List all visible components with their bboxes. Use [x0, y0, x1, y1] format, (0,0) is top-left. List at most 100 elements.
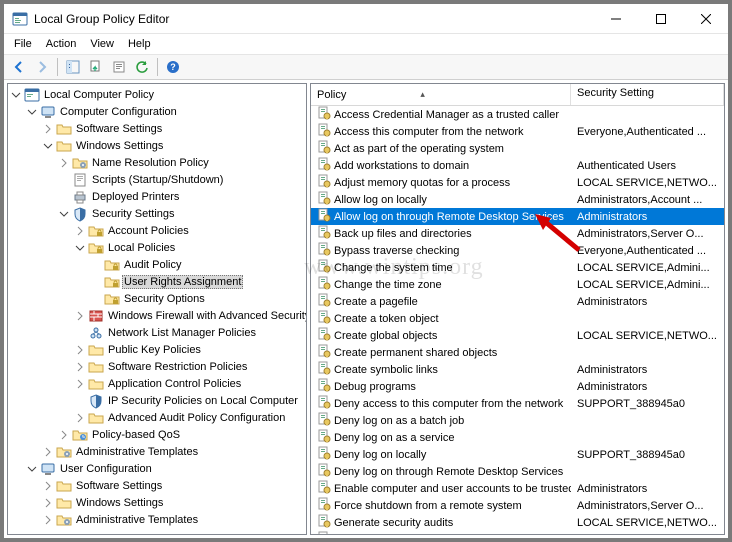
policy-row[interactable]: Impersonate a client after authenticatio… — [311, 531, 724, 534]
properties-button[interactable] — [108, 56, 130, 78]
tree-toggle[interactable] — [42, 140, 54, 152]
close-button[interactable] — [683, 4, 728, 34]
tree-scripts[interactable]: Scripts (Startup/Shutdown) — [58, 171, 306, 188]
policy-row[interactable]: Debug programsAdministrators — [311, 378, 724, 395]
policy-row[interactable]: Add workstations to domainAuthenticated … — [311, 157, 724, 174]
policy-row[interactable]: Create symbolic linksAdministrators — [311, 361, 724, 378]
policy-row[interactable]: Act as part of the operating system — [311, 140, 724, 157]
policy-name: Enable computer and user accounts to be … — [334, 483, 571, 495]
tree-uc-admin-templates[interactable]: Administrative Templates — [42, 511, 306, 528]
policy-row[interactable]: Create permanent shared objects — [311, 344, 724, 361]
list-body[interactable]: Access Credential Manager as a trusted c… — [311, 106, 724, 534]
tree-cc-software-settings[interactable]: Software Settings — [42, 120, 306, 137]
policy-row[interactable]: Deny log on locallySUPPORT_388945a0 — [311, 446, 724, 463]
nav-forward-button[interactable] — [31, 56, 53, 78]
tree-cc-admin-templates[interactable]: Administrative Templates — [42, 443, 306, 460]
menu-file[interactable]: File — [8, 36, 38, 52]
tree-account-policies-label: Account Policies — [106, 225, 191, 237]
tree-windows-firewall[interactable]: Windows Firewall with Advanced Security — [74, 307, 306, 324]
tree-network-list-manager[interactable]: Network List Manager Policies — [74, 324, 306, 341]
policy-row[interactable]: Deny log on as a service — [311, 429, 724, 446]
tree-uc-software-settings-label: Software Settings — [74, 480, 164, 492]
maximize-button[interactable] — [638, 4, 683, 34]
tree-uc-software-settings[interactable]: Software Settings — [42, 477, 306, 494]
tree-user-rights-assignment[interactable]: User Rights Assignment — [90, 273, 306, 290]
policy-icon — [317, 480, 331, 497]
tree-toggle[interactable] — [26, 106, 38, 118]
policy-row[interactable]: Create a token object — [311, 310, 724, 327]
tree-security-options-label: Security Options — [122, 293, 207, 305]
tree-account-policies[interactable]: Account Policies — [74, 222, 306, 239]
policy-icon — [317, 293, 331, 310]
policy-row[interactable]: Change the system timeLOCAL SERVICE,Admi… — [311, 259, 724, 276]
tree-toggle[interactable] — [58, 429, 70, 441]
tree-computer-configuration[interactable]: Computer Configuration — [26, 103, 306, 120]
policy-row[interactable]: Allow log on through Remote Desktop Serv… — [311, 208, 724, 225]
tree-root-label: Local Computer Policy — [42, 89, 156, 101]
tree-cc-windows-settings[interactable]: Windows Settings — [42, 137, 306, 154]
help-button[interactable]: ? — [162, 56, 184, 78]
window-title: Local Group Policy Editor — [34, 12, 593, 26]
policy-row[interactable]: Allow log on locallyAdministrators,Accou… — [311, 191, 724, 208]
policy-icon — [317, 361, 331, 378]
tree-toggle[interactable] — [74, 225, 86, 237]
menu-view[interactable]: View — [84, 36, 120, 52]
policy-row[interactable]: Change the time zoneLOCAL SERVICE,Admini… — [311, 276, 724, 293]
tree-pane[interactable]: Local Computer Policy Computer Configurat… — [7, 83, 307, 535]
tree-toggle[interactable] — [74, 344, 86, 356]
tree-ip-security[interactable]: IP Security Policies on Local Computer — [74, 392, 306, 409]
policy-setting: SUPPORT_388945a0 — [571, 398, 724, 410]
policy-row[interactable]: Deny log on through Remote Desktop Servi… — [311, 463, 724, 480]
tree-toggle[interactable] — [42, 514, 54, 526]
tree-security-options[interactable]: Security Options — [90, 290, 306, 307]
refresh-button[interactable] — [131, 56, 153, 78]
tree-windows-firewall-label: Windows Firewall with Advanced Security — [106, 310, 307, 322]
tree-deployed-printers[interactable]: Deployed Printers — [58, 188, 306, 205]
tree-root[interactable]: Local Computer Policy — [10, 86, 306, 103]
tree-security-settings[interactable]: Security Settings — [58, 205, 306, 222]
policy-row[interactable]: Access this computer from the networkEve… — [311, 123, 724, 140]
policy-row[interactable]: Force shutdown from a remote systemAdmin… — [311, 497, 724, 514]
policy-row[interactable]: Create a pagefileAdministrators — [311, 293, 724, 310]
policy-row[interactable]: Bypass traverse checkingEveryone,Authent… — [311, 242, 724, 259]
tree-advanced-audit[interactable]: Advanced Audit Policy Configuration — [74, 409, 306, 426]
tree-toggle[interactable] — [58, 208, 70, 220]
menu-action[interactable]: Action — [40, 36, 83, 52]
policy-row[interactable]: Deny log on as a batch job — [311, 412, 724, 429]
menu-help[interactable]: Help — [122, 36, 157, 52]
tree-toggle[interactable] — [74, 412, 86, 424]
tree-policy-qos[interactable]: Policy-based QoS — [58, 426, 306, 443]
tree-public-key-policies[interactable]: Public Key Policies — [74, 341, 306, 358]
minimize-button[interactable] — [593, 4, 638, 34]
policy-row[interactable]: Adjust memory quotas for a processLOCAL … — [311, 174, 724, 191]
tree-toggle[interactable] — [10, 89, 22, 101]
tree-toggle[interactable] — [74, 242, 86, 254]
tree-toggle[interactable] — [74, 310, 86, 322]
tree-uc-windows-settings[interactable]: Windows Settings — [42, 494, 306, 511]
policy-row[interactable]: Deny access to this computer from the ne… — [311, 395, 724, 412]
tree-name-resolution-policy[interactable]: Name Resolution Policy — [58, 154, 306, 171]
tree-toggle[interactable] — [74, 378, 86, 390]
policy-row[interactable]: Generate security auditsLOCAL SERVICE,NE… — [311, 514, 724, 531]
tree-local-policies[interactable]: Local Policies — [74, 239, 306, 256]
export-list-button[interactable] — [85, 56, 107, 78]
tree-user-configuration[interactable]: User Configuration — [26, 460, 306, 477]
policy-row[interactable]: Create global objectsLOCAL SERVICE,NETWO… — [311, 327, 724, 344]
column-header-policy[interactable]: Policy ▴ — [311, 84, 571, 105]
tree-toggle[interactable] — [42, 446, 54, 458]
column-header-security[interactable]: Security Setting — [571, 84, 724, 105]
policy-row[interactable]: Enable computer and user accounts to be … — [311, 480, 724, 497]
policy-row[interactable]: Access Credential Manager as a trusted c… — [311, 106, 724, 123]
tree-toggle[interactable] — [26, 463, 38, 475]
tree-audit-policy[interactable]: Audit Policy — [90, 256, 306, 273]
tree-software-restriction[interactable]: Software Restriction Policies — [74, 358, 306, 375]
tree-toggle[interactable] — [74, 361, 86, 373]
policy-row[interactable]: Back up files and directoriesAdministrat… — [311, 225, 724, 242]
tree-toggle[interactable] — [58, 157, 70, 169]
tree-toggle[interactable] — [42, 123, 54, 135]
tree-toggle[interactable] — [42, 480, 54, 492]
tree-toggle[interactable] — [42, 497, 54, 509]
nav-back-button[interactable] — [8, 56, 30, 78]
tree-application-control[interactable]: Application Control Policies — [74, 375, 306, 392]
show-hide-tree-button[interactable] — [62, 56, 84, 78]
